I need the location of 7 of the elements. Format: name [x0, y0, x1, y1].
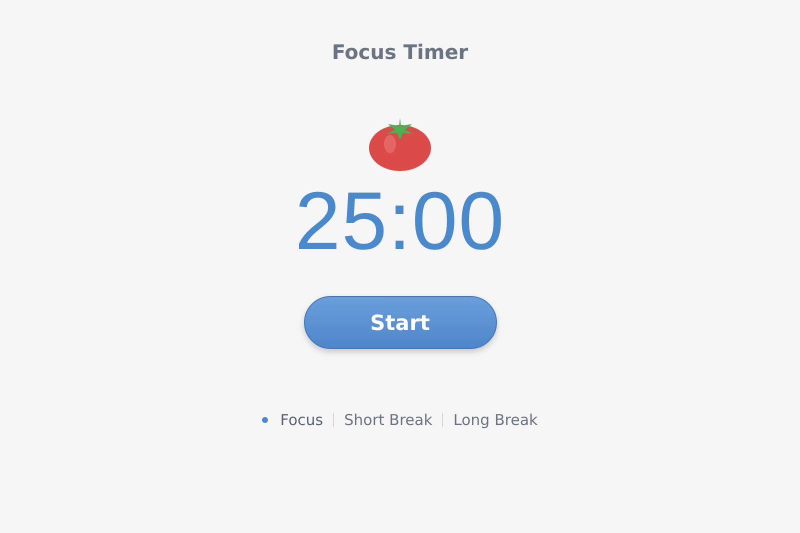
- app-title: Focus Timer: [332, 40, 468, 66]
- mode-tab[interactable]: Short Break: [344, 411, 432, 429]
- start-button[interactable]: Start: [304, 296, 496, 349]
- mode-tab[interactable]: Long Break: [453, 411, 538, 429]
- active-dot-icon: [262, 417, 268, 423]
- timer-display: 25:00: [294, 182, 506, 262]
- mode-tab[interactable]: Focus: [262, 411, 324, 429]
